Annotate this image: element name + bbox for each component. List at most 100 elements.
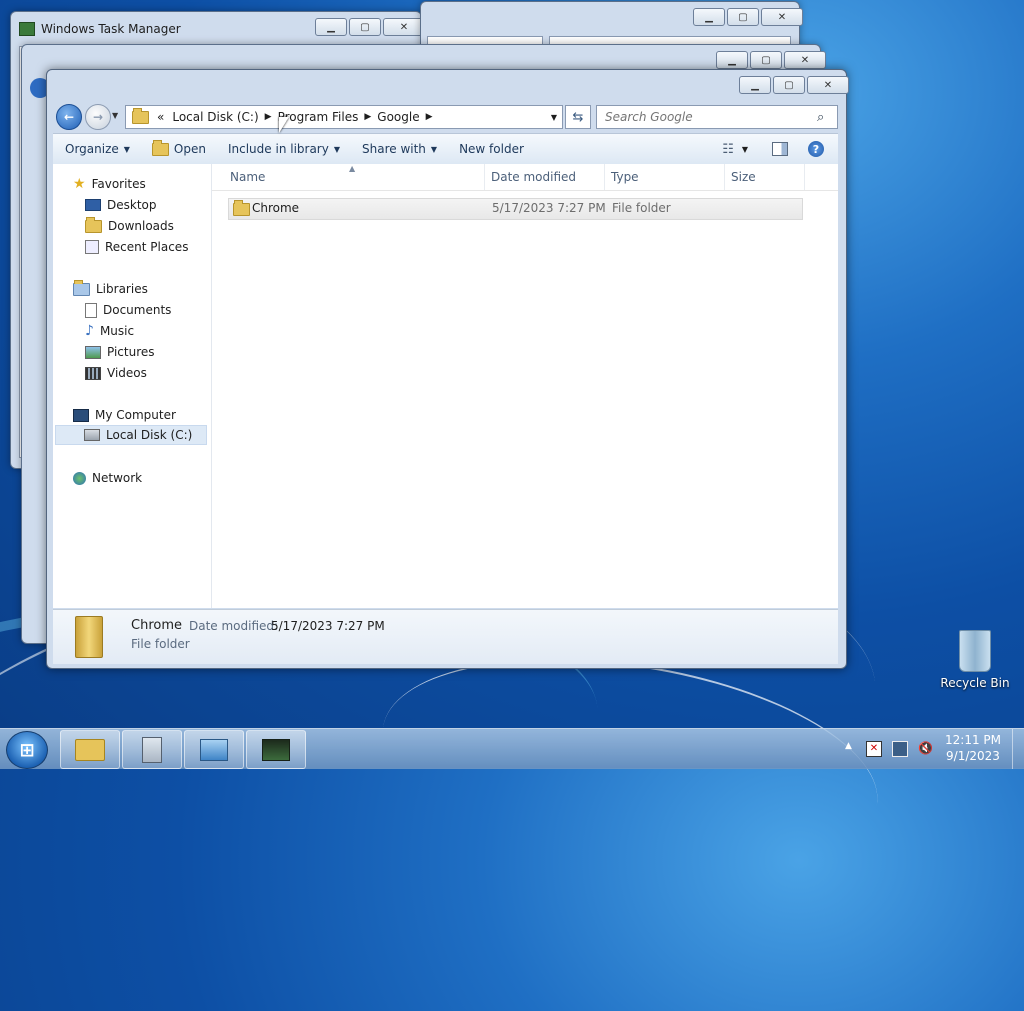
volume-muted-icon[interactable]: 🔇 — [918, 741, 933, 755]
taskbar: ⊞ ▲ ✕ 🔇 12:11 PM 9/1/2023 — [0, 728, 1024, 769]
column-header-type[interactable]: Type — [605, 164, 725, 190]
clock-time: 12:11 PM — [945, 733, 1001, 747]
nav-favorites[interactable]: ★ Favorites — [73, 174, 146, 194]
network-tray-icon[interactable] — [892, 741, 908, 757]
open-button[interactable]: Open — [151, 139, 206, 156]
recycle-bin-icon — [959, 630, 991, 672]
back-button[interactable]: ← — [56, 104, 82, 130]
chevron-down-icon: ▼ — [741, 144, 748, 154]
action-center-icon[interactable]: ✕ — [866, 741, 882, 757]
document-icon — [85, 302, 97, 318]
nav-pictures[interactable]: Pictures — [85, 342, 155, 362]
chevron-right-icon[interactable]: ▶ — [364, 112, 371, 122]
file-date: 5/17/2023 7:27 PM — [492, 201, 606, 215]
pictures-icon — [85, 345, 101, 359]
recent-pages-dropdown[interactable]: ▼ — [112, 111, 118, 120]
taskbar-calculator-button[interactable] — [122, 730, 182, 769]
network-icon — [73, 471, 86, 485]
help-button[interactable]: ? — [808, 141, 824, 157]
recycle-bin-label: Recycle Bin — [940, 676, 1010, 690]
change-view-button[interactable]: ☷ ▼ — [722, 142, 748, 157]
task-manager-icon — [262, 738, 290, 761]
arrow-right-icon: → — [92, 110, 104, 124]
nav-libraries[interactable]: Libraries — [73, 279, 148, 299]
show-hidden-icons-button[interactable]: ▲ — [845, 741, 852, 751]
details-type: File folder — [131, 637, 190, 651]
breadcrumb-program-files[interactable]: Program Files — [278, 110, 359, 124]
maximize-button[interactable]: ▢ — [773, 76, 805, 94]
nav-local-disk[interactable]: Local Disk (C:) — [55, 425, 207, 445]
nav-downloads[interactable]: Downloads — [85, 216, 174, 236]
libraries-icon — [73, 279, 90, 296]
nav-videos[interactable]: Videos — [85, 363, 147, 383]
nav-music[interactable]: ♪ Music — [85, 321, 134, 341]
music-icon: ♪ — [85, 323, 94, 339]
clock[interactable]: 12:11 PM 9/1/2023 — [944, 733, 1002, 763]
navigation-pane: ★ Favorites Desktop Downloads Recent Pla… — [53, 164, 212, 608]
explorer-window[interactable]: ▁ ▢ ✕ ← → ▼ « Local Disk (C:) ▶ Program … — [46, 69, 849, 669]
address-bar[interactable]: « Local Disk (C:) ▶ Program Files ▶ Goog… — [125, 105, 563, 129]
desktop-icon — [85, 199, 101, 211]
folder-icon — [75, 738, 105, 761]
file-name: Chrome — [252, 201, 300, 215]
search-box[interactable]: ⌕ — [596, 105, 838, 129]
nav-recent-places[interactable]: Recent Places — [85, 237, 188, 257]
details-pane: Chrome Date modified: 5/17/2023 7:27 PM … — [53, 609, 838, 664]
search-icon: ⌕ — [817, 109, 825, 125]
share-with-button[interactable]: Share with ▼ — [362, 142, 437, 156]
nav-my-computer[interactable]: My Computer — [73, 405, 176, 425]
forward-button[interactable]: → — [85, 104, 111, 130]
videos-icon — [85, 366, 101, 380]
details-date-value: 5/17/2023 7:27 PM — [271, 619, 385, 633]
maximize-button[interactable]: ▢ — [750, 51, 782, 69]
chevron-right-icon[interactable]: ▶ — [426, 112, 433, 122]
refresh-icon: ⇆ — [572, 109, 584, 125]
close-button[interactable]: ✕ — [761, 8, 803, 26]
recycle-bin-desktop-icon[interactable]: Recycle Bin — [940, 630, 1010, 690]
organize-button[interactable]: Organize ▼ — [65, 142, 130, 156]
taskbar-task-manager-button[interactable] — [246, 730, 306, 769]
breadcrumb-overflow[interactable]: « — [157, 110, 164, 124]
start-button[interactable]: ⊞ — [6, 731, 48, 769]
new-folder-button[interactable]: New folder — [459, 142, 524, 156]
calculator-icon — [142, 736, 162, 763]
chevron-right-icon[interactable]: ▶ — [265, 112, 272, 122]
file-type: File folder — [612, 201, 671, 215]
nav-network[interactable]: Network — [73, 468, 142, 488]
column-header-size[interactable]: Size — [725, 164, 805, 190]
close-button[interactable]: ✕ — [784, 51, 826, 69]
minimize-button[interactable]: ▁ — [739, 76, 771, 94]
minimize-button[interactable]: ▁ — [693, 8, 725, 26]
chevron-down-icon: ▼ — [430, 144, 438, 154]
refresh-button[interactable]: ⇆ — [565, 105, 591, 129]
minimize-button[interactable]: ▁ — [716, 51, 748, 69]
search-input[interactable] — [603, 109, 817, 125]
taskbar-control-panel-button[interactable] — [184, 730, 244, 769]
preview-pane-button[interactable] — [772, 142, 788, 156]
taskbar-explorer-button[interactable] — [60, 730, 120, 769]
nav-documents[interactable]: Documents — [85, 300, 171, 320]
breadcrumb-google[interactable]: Google — [377, 110, 419, 124]
downloads-folder-icon — [85, 216, 102, 233]
breadcrumb-local-disk[interactable]: Local Disk (C:) — [172, 110, 258, 124]
explorer-client-area: ★ Favorites Desktop Downloads Recent Pla… — [53, 164, 838, 608]
folder-icon — [132, 107, 149, 124]
folder-icon — [233, 200, 250, 216]
details-name: Chrome — [131, 618, 182, 633]
chevron-down-icon: ▼ — [333, 144, 340, 154]
arrow-left-icon: ← — [63, 110, 75, 124]
view-list-icon: ☷ — [722, 141, 734, 157]
maximize-button[interactable]: ▢ — [727, 8, 759, 26]
address-dropdown-icon[interactable]: ▼ — [551, 113, 557, 122]
show-desktop-button[interactable] — [1012, 729, 1024, 769]
file-row[interactable]: Chrome 5/17/2023 7:27 PM File folder — [228, 198, 803, 220]
large-folder-icon — [75, 616, 103, 658]
nav-desktop[interactable]: Desktop — [85, 195, 157, 215]
close-button[interactable]: ✕ — [807, 76, 849, 94]
sort-arrow-icon: ▲ — [349, 164, 356, 173]
details-date-label: Date modified: — [189, 619, 279, 633]
column-header-date[interactable]: Date modified — [485, 164, 605, 190]
mouse-cursor — [279, 117, 289, 133]
include-in-library-button[interactable]: Include in library ▼ — [228, 142, 340, 156]
help-icon: ? — [812, 142, 820, 156]
